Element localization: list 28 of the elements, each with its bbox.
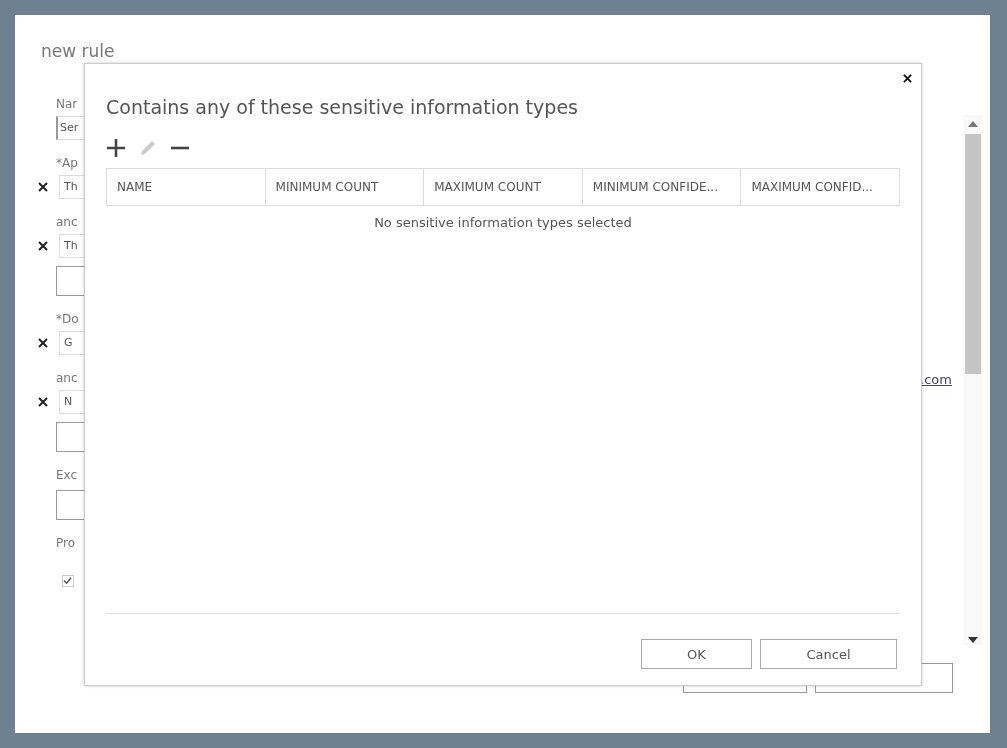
field-label: Nar <box>56 97 78 111</box>
column-header[interactable]: MINIMUM COUNT <box>264 169 424 205</box>
empty-message: No sensitive information types selected <box>373 215 633 230</box>
field-label: Pro <box>56 536 76 550</box>
field-label: anc <box>56 215 78 229</box>
remove-icon[interactable] <box>38 182 48 192</box>
add-icon[interactable] <box>106 138 126 158</box>
page-title: new rule <box>41 41 115 61</box>
dialog-button[interactable]: Cancel <box>760 639 897 669</box>
scroll-up-icon[interactable] <box>968 121 978 127</box>
remove-icon[interactable] <box>38 338 48 348</box>
column-header[interactable]: NAME <box>107 169 265 205</box>
scroll-down-icon[interactable] <box>968 637 978 643</box>
remove-icon[interactable] <box>38 397 48 407</box>
field-label: *Ap <box>56 156 78 170</box>
email-link[interactable]: .com <box>920 372 952 387</box>
column-header[interactable]: MINIMUM CONFIDE... <box>581 169 741 205</box>
scrollbar[interactable] <box>963 115 983 645</box>
dialog-title: Contains any of these sensitive information types <box>106 96 579 118</box>
remove-icon[interactable] <box>38 241 48 251</box>
checkbox[interactable] <box>62 575 74 587</box>
column-header[interactable]: MAXIMUM COUNT <box>423 169 582 205</box>
dialog-button[interactable]: OK <box>641 639 752 669</box>
field-label: *Do <box>56 312 79 326</box>
close-icon[interactable] <box>903 74 912 83</box>
column-header[interactable]: MAXIMUM CONFID... <box>740 169 899 205</box>
field-label: Exc <box>56 468 78 482</box>
field-label: anc <box>56 371 78 385</box>
